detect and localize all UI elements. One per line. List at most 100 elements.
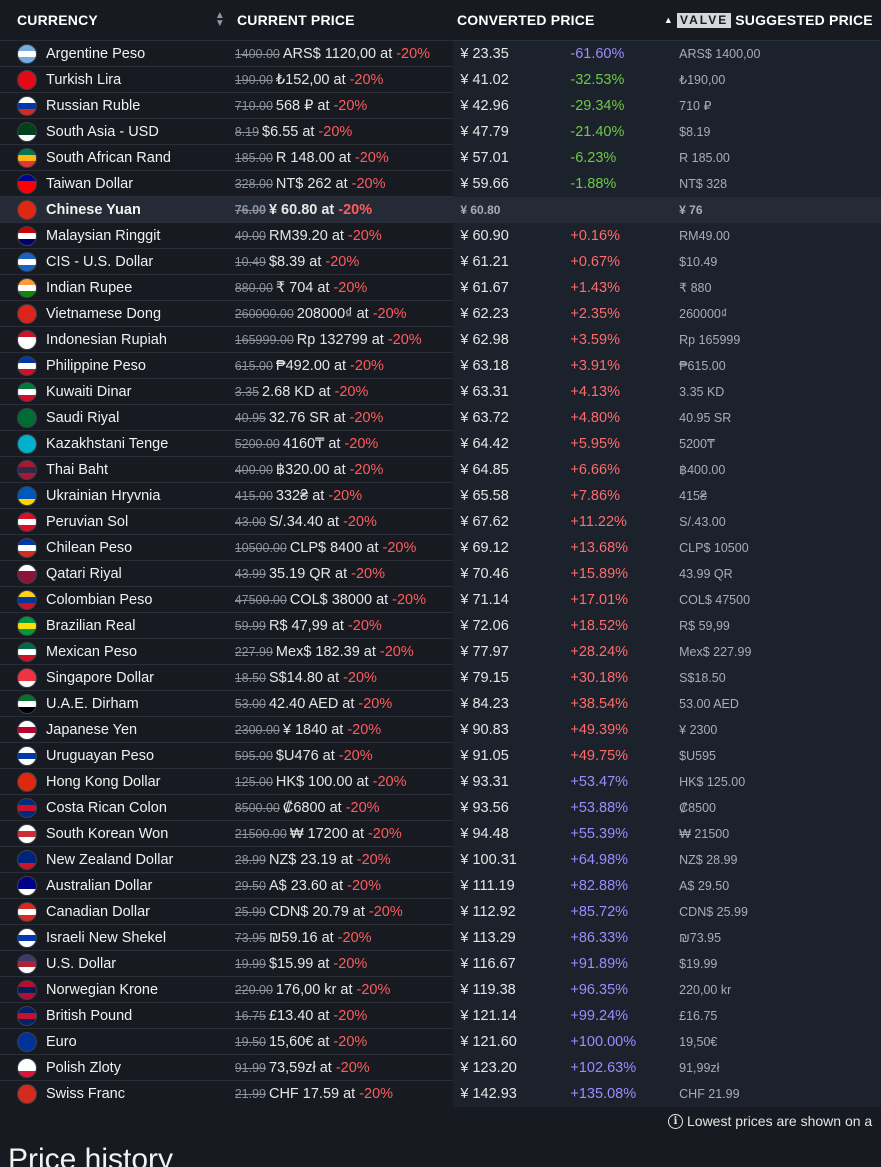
- currency-cell: Australian Dollar: [0, 873, 235, 899]
- table-row[interactable]: U.S. Dollar 19.99 $15.99 at -20% ¥ 116.67 +91.…: [0, 950, 881, 977]
- currency-name: Canadian Dollar: [46, 903, 150, 920]
- current-price-cell: 76.00 ¥ 60.80 at -20%: [235, 197, 445, 223]
- table-row[interactable]: Malaysian Ringgit 49.00 RM39.20 at -20% ¥ 60.…: [0, 222, 881, 249]
- table-row[interactable]: Norwegian Krone 220.00 176,00 kr at -20% ¥ 11…: [0, 976, 881, 1003]
- currency-cell: Costa Rican Colon: [0, 795, 235, 821]
- converted-price-cell: ¥ 112.92 +85.72%: [453, 898, 672, 925]
- table-row[interactable]: Ukrainian Hryvnia 415.00 332₴ at -20% ¥ 65.58…: [0, 482, 881, 509]
- table-row[interactable]: Euro 19.50 15,60€ at -20% ¥ 121.60 +100.00% 19,…: [0, 1028, 881, 1055]
- header-current-price-label: CURRENT PRICE: [237, 12, 355, 28]
- column-gap: [444, 405, 453, 431]
- at-label: at: [328, 435, 341, 452]
- current-price-cell: 21.99 CHF 17.59 at -20%: [235, 1081, 445, 1107]
- table-row[interactable]: Brazilian Real 59.99 R$ 47,99 at -20% ¥ 72.06…: [0, 612, 881, 639]
- table-row[interactable]: Indonesian Rupiah 165999.00 Rp 132799 at -20…: [0, 326, 881, 353]
- price-difference: +6.66%: [570, 461, 620, 478]
- converted-price-cell: ¥ 61.67 +1.43%: [453, 274, 672, 301]
- table-row[interactable]: Singapore Dollar 18.50 S$14.80 at -20% ¥ 79.1…: [0, 664, 881, 691]
- at-label: at: [376, 591, 389, 608]
- table-row[interactable]: Thai Baht 400.00 ฿320.00 at -20% ¥ 64.85 +6.66…: [0, 456, 881, 483]
- table-row[interactable]: Chinese Yuan 76.00 ¥ 60.80 at -20% ¥ 60.80 ¥ 7…: [0, 196, 881, 223]
- flag-icon: [17, 485, 37, 506]
- table-row[interactable]: Saudi Riyal 40.95 32.76 SR at -20% ¥ 63.72 +4.…: [0, 404, 881, 431]
- sale-price: COL$ 38000: [289, 591, 373, 608]
- header-suggested-price[interactable]: VALVE SUGGESTED PRICE: [677, 0, 881, 40]
- flag-icon: [17, 355, 37, 376]
- at-label: at: [356, 305, 369, 322]
- original-price: 2300.00: [234, 722, 280, 737]
- at-label: at: [322, 747, 335, 764]
- at-label: at: [321, 929, 334, 946]
- currency-name: U.A.E. Dirham: [46, 695, 139, 712]
- table-row[interactable]: Kuwaiti Dinar 3.35 2.68 KD at -20% ¥ 63.31 +4.…: [0, 378, 881, 405]
- currency-cell: Swiss Franc: [0, 1081, 235, 1107]
- suggested-price: $19.99: [671, 950, 881, 977]
- column-gap: [444, 639, 453, 665]
- table-row[interactable]: Costa Rican Colon 8500.00 ₡6800 at -20% ¥ 93.…: [0, 794, 881, 821]
- header-converted-price[interactable]: CONVERTED PRICE ▲: [457, 0, 677, 40]
- table-row[interactable]: Polish Zloty 91.99 73,59zł at -20% ¥ 123.20 +1…: [0, 1054, 881, 1081]
- converted-price: ¥ 42.96: [460, 97, 509, 114]
- table-row[interactable]: Swiss Franc 21.99 CHF 17.59 at -20% ¥ 142.93 +…: [0, 1080, 881, 1107]
- original-price: 40.95: [234, 410, 266, 425]
- table-row[interactable]: South Korean Won 21500.00 ₩ 17200 at -20% ¥ 9…: [0, 820, 881, 847]
- table-row[interactable]: Indian Rupee 880.00 ₹ 704 at -20% ¥ 61.67 +1.4…: [0, 274, 881, 301]
- suggested-price: 5200₸: [671, 430, 881, 457]
- table-row[interactable]: Vietnamese Dong 260000.00 208000₫ at -20% ¥ 6…: [0, 300, 881, 327]
- column-gap: [444, 691, 453, 717]
- sale-price: ₪59.16: [268, 929, 318, 946]
- table-row[interactable]: Israeli New Shekel 73.95 ₪59.16 at -20% ¥ 113…: [0, 924, 881, 951]
- table-row[interactable]: Kazakhstani Tenge 5200.00 4160₸ at -20% ¥ 64.…: [0, 430, 881, 457]
- table-row[interactable]: Uruguayan Peso 595.00 $U476 at -20% ¥ 91.05 +4…: [0, 742, 881, 769]
- table-row[interactable]: Turkish Lira 190.00 ₺152,00 at -20% ¥ 41.02 -3…: [0, 66, 881, 93]
- at-label: at: [333, 461, 346, 478]
- price-difference: +135.08%: [570, 1085, 637, 1102]
- table-row[interactable]: British Pound 16.75 £13.40 at -20% ¥ 121.14 +9…: [0, 1002, 881, 1029]
- flag-icon: [17, 1083, 37, 1104]
- currency-cell: Canadian Dollar: [0, 899, 235, 925]
- original-price: 3.35: [234, 384, 260, 399]
- table-row[interactable]: Taiwan Dollar 328.00 NT$ 262 at -20% ¥ 59.66 -…: [0, 170, 881, 197]
- converted-price: ¥ 121.60: [460, 1033, 517, 1050]
- table-row[interactable]: South Asia - USD 8.19 $6.55 at -20% ¥ 47.79 -2…: [0, 118, 881, 145]
- table-row[interactable]: CIS - U.S. Dollar 10.49 $8.39 at -20% ¥ 61.21…: [0, 248, 881, 275]
- table-row[interactable]: Russian Ruble 710.00 568 ₽ at -20% ¥ 42.96 -29…: [0, 92, 881, 119]
- sort-ascending-icon[interactable]: ▲: [664, 15, 673, 25]
- header-currency[interactable]: CURRENCY ▲ ▼: [0, 0, 237, 40]
- currency-name: Argentine Peso: [46, 45, 146, 62]
- flag-icon: [17, 615, 37, 636]
- flag-icon: [17, 875, 37, 896]
- table-row[interactable]: South African Rand 185.00 R 148.00 at -20% ¥ …: [0, 144, 881, 171]
- table-row[interactable]: U.A.E. Dirham 53.00 42.40 AED at -20% ¥ 84.23…: [0, 690, 881, 717]
- table-row[interactable]: Peruvian Sol 43.00 S/.34.40 at -20% ¥ 67.62 +1…: [0, 508, 881, 535]
- table-row[interactable]: Philippine Peso 615.00 ₱492.00 at -20% ¥ 63.1…: [0, 352, 881, 379]
- price-difference: +2.35%: [570, 305, 620, 322]
- table-row[interactable]: New Zealand Dollar 28.99 NZ$ 23.19 at -20% ¥ …: [0, 846, 881, 873]
- price-difference: -61.60%: [570, 45, 625, 62]
- price-difference: +86.33%: [570, 929, 629, 946]
- table-row[interactable]: Mexican Peso 227.99 Mex$ 182.39 at -20% ¥ 77.…: [0, 638, 881, 665]
- table-row[interactable]: Argentine Peso 1400.00 ARS$ 1120,00 at -20% ¥…: [0, 40, 881, 67]
- currency-cell: Saudi Riyal: [0, 405, 235, 431]
- current-price-cell: 880.00 ₹ 704 at -20%: [235, 275, 445, 301]
- table-row[interactable]: Chilean Peso 10500.00 CLP$ 8400 at -20% ¥ 69.…: [0, 534, 881, 561]
- price-difference: +7.86%: [570, 487, 620, 504]
- suggested-price: ARS$ 1400,00: [671, 40, 881, 67]
- table-row[interactable]: Japanese Yen 2300.00 ¥ 1840 at -20% ¥ 90.83 +4…: [0, 716, 881, 743]
- table-row[interactable]: Hong Kong Dollar 125.00 HK$ 100.00 at -20% ¥ …: [0, 768, 881, 795]
- table-row[interactable]: Qatari Riyal 43.99 35.19 QR at -20% ¥ 70.46 +1…: [0, 560, 881, 587]
- flag-icon: [17, 121, 37, 142]
- table-row[interactable]: Australian Dollar 29.50 A$ 23.60 at -20% ¥ 11…: [0, 872, 881, 899]
- sale-price: £13.40: [268, 1007, 314, 1024]
- currency-cell: Uruguayan Peso: [0, 743, 235, 769]
- price-difference: +0.16%: [570, 227, 620, 244]
- currency-cell: Kazakhstani Tenge: [0, 431, 235, 457]
- price-difference: +15.89%: [570, 565, 629, 582]
- converted-price-cell: ¥ 121.60 +100.00%: [453, 1028, 672, 1055]
- sort-icon[interactable]: ▲ ▼: [215, 11, 225, 29]
- current-price-cell: 227.99 Mex$ 182.39 at -20%: [235, 639, 445, 665]
- table-row[interactable]: Canadian Dollar 25.99 CDN$ 20.79 at -20% ¥ 11…: [0, 898, 881, 925]
- table-row[interactable]: Colombian Peso 47500.00 COL$ 38000 at -20% ¥ …: [0, 586, 881, 613]
- current-price-cell: 28.99 NZ$ 23.19 at -20%: [235, 847, 445, 873]
- header-current-price[interactable]: CURRENT PRICE: [237, 0, 457, 40]
